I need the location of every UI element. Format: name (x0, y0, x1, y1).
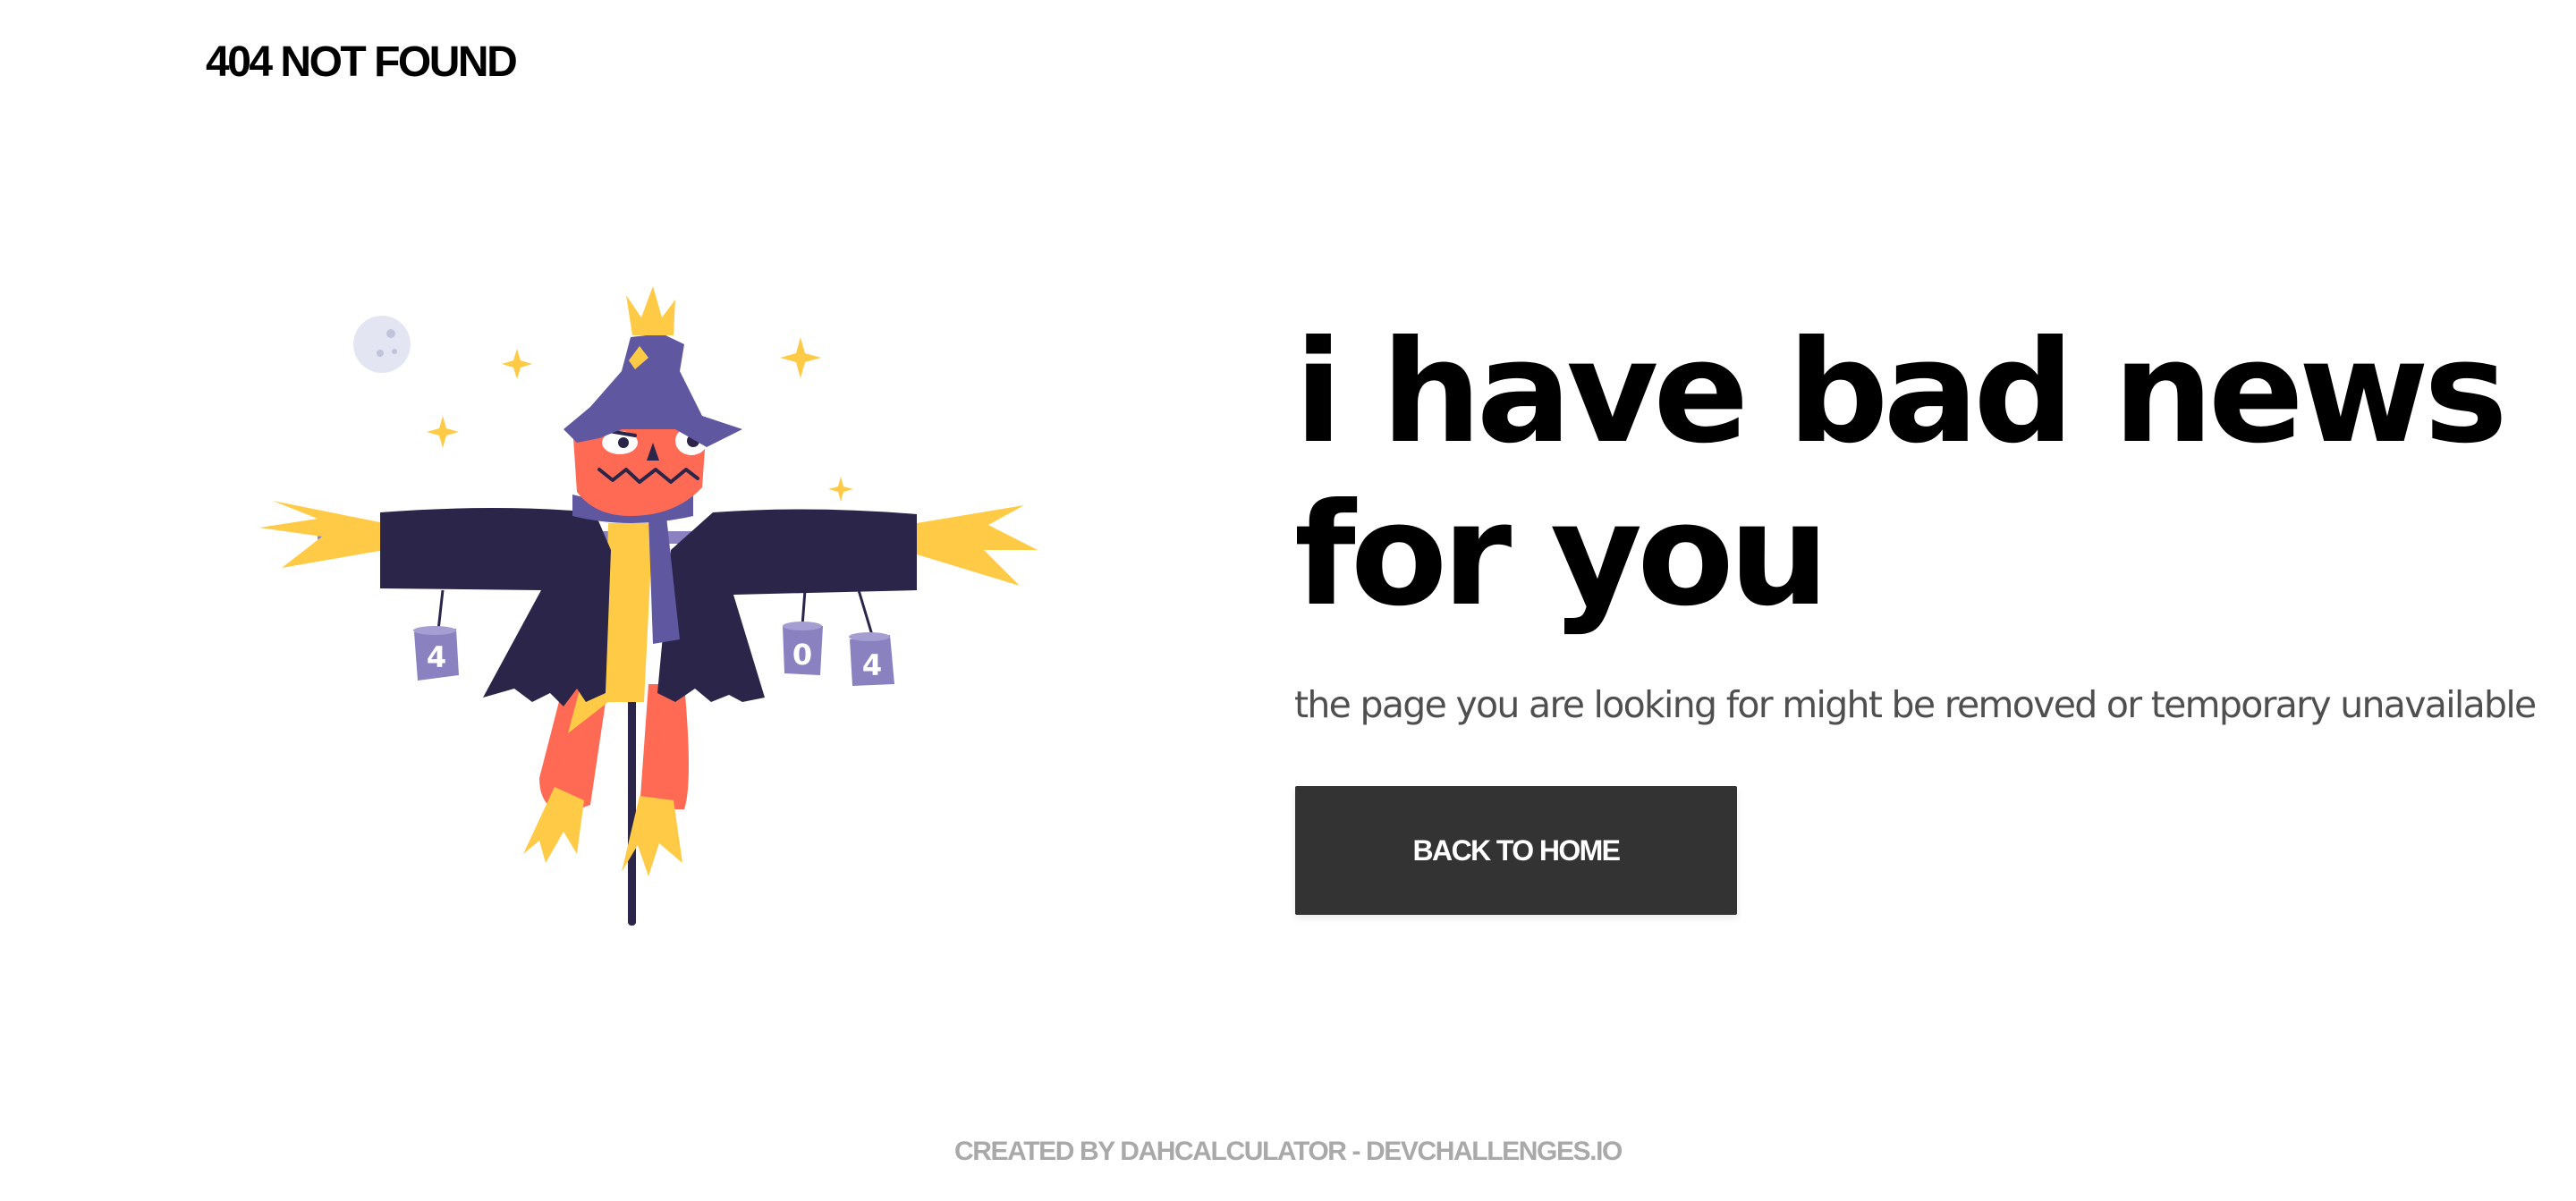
footer-credit: CREATED BY DAHCALCULATOR - DEVCHALLENGES… (954, 1137, 1623, 1166)
brand-title: 404 NOT FOUND (206, 38, 518, 86)
left-hand-straw (259, 501, 385, 568)
can-label: 4 (427, 640, 446, 674)
page-subtitle: the page you are looking for might be re… (1294, 683, 2537, 726)
can-label: 4 (862, 648, 882, 682)
shirt (604, 523, 653, 702)
scarecrow-illustration: 4 0 4 (259, 286, 1038, 926)
page-headline: i have bad news for you (1294, 310, 2508, 638)
right-hand-straw (917, 505, 1038, 586)
back-to-home-button[interactable]: BACK TO HOME (1295, 786, 1737, 915)
can-label: 0 (792, 638, 812, 672)
hat (564, 286, 742, 447)
moon-icon (353, 316, 411, 373)
